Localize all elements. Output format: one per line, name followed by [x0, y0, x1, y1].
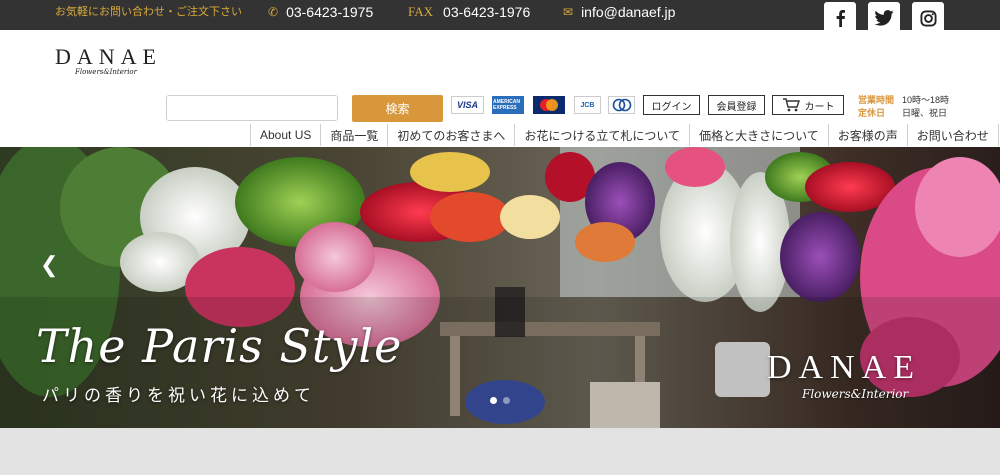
main-nav: About US 商品一覧 初めてのお客さまへ お花につける立て札について 価格…	[250, 124, 999, 146]
hero-title: The Paris Style	[36, 319, 403, 373]
inquiry-text: お気軽にお問い合わせ・ご注文下さい	[55, 6, 242, 18]
hours-label: 営業時間	[858, 95, 895, 105]
visa-card-icon: VISA	[451, 96, 484, 114]
search-input[interactable]	[166, 95, 338, 121]
email-contact[interactable]: ✉ info@danaef.jp	[563, 4, 675, 20]
instagram-link[interactable]	[912, 2, 944, 34]
phone-icon: ✆	[268, 5, 279, 19]
facebook-link[interactable]	[824, 2, 856, 34]
logo-tagline: Flowers&Interior	[75, 68, 137, 76]
nav-products[interactable]: 商品一覧	[320, 124, 387, 146]
nav-placard[interactable]: お花につける立て札について	[514, 124, 689, 146]
hero-slider: ❮ The Paris Style パリの香りを祝い花に込めて DANAE Fl…	[0, 147, 1000, 428]
nav-reviews[interactable]: お客様の声	[827, 124, 907, 146]
closed-label: 定休日	[858, 108, 886, 118]
phone-number: 03-6423-1975	[286, 4, 374, 20]
login-button[interactable]: ログイン	[643, 95, 700, 115]
hero-subtitle: パリの香りを祝い花に込めて	[42, 386, 315, 405]
nav-contact[interactable]: お問い合わせ	[906, 124, 999, 146]
hero-watermark-tagline: Flowers&Interior	[802, 387, 909, 401]
nav-first-time[interactable]: 初めてのお客さまへ	[387, 124, 514, 146]
cart-icon	[782, 98, 800, 112]
phone-contact[interactable]: ✆ 03-6423-1975	[268, 4, 373, 20]
cart-label: カート	[804, 101, 835, 113]
nav-about[interactable]: About US	[250, 124, 320, 146]
top-bar: お気軽にお問い合わせ・ご注文下さい ✆ 03-6423-1975 FAX 03-…	[0, 0, 1000, 34]
email-address: info@danaef.jp	[581, 4, 676, 20]
facebook-icon	[836, 10, 845, 27]
logo-wordmark: DANAE	[55, 44, 162, 69]
cart-button[interactable]: カート	[772, 95, 844, 115]
site-logo[interactable]: DANAE Flowers&Interior	[55, 44, 180, 76]
fax-number: 03-6423-1976	[443, 4, 531, 20]
jcb-card-icon: JCB	[574, 96, 601, 114]
envelope-icon: ✉	[563, 5, 574, 19]
nav-price-size[interactable]: 価格と大きさについて	[689, 124, 828, 146]
amex-card-icon: AMERICAN EXPRESS	[492, 96, 524, 114]
twitter-link[interactable]	[868, 2, 900, 34]
closed-value: 日曜、祝日	[902, 108, 948, 118]
register-button[interactable]: 会員登録	[708, 95, 765, 115]
fax-contact: FAX 03-6423-1976	[408, 4, 530, 20]
diners-card-icon	[608, 96, 635, 114]
hero-watermark-logo: DANAE	[767, 349, 921, 386]
search-button[interactable]: 検索	[352, 95, 443, 122]
instagram-icon	[919, 9, 937, 27]
mastercard-icon	[533, 96, 565, 114]
business-hours: 営業時間 10時～18時 定休日 日曜、祝日	[858, 94, 949, 120]
twitter-icon	[874, 10, 894, 26]
content-band	[0, 428, 1000, 475]
slide-dot-2[interactable]	[503, 397, 510, 404]
slide-dot-1[interactable]	[490, 397, 497, 404]
hours-value: 10時～18時	[902, 95, 950, 105]
prev-slide-arrow-icon[interactable]: ❮	[40, 252, 58, 278]
fax-label: FAX	[408, 4, 434, 19]
